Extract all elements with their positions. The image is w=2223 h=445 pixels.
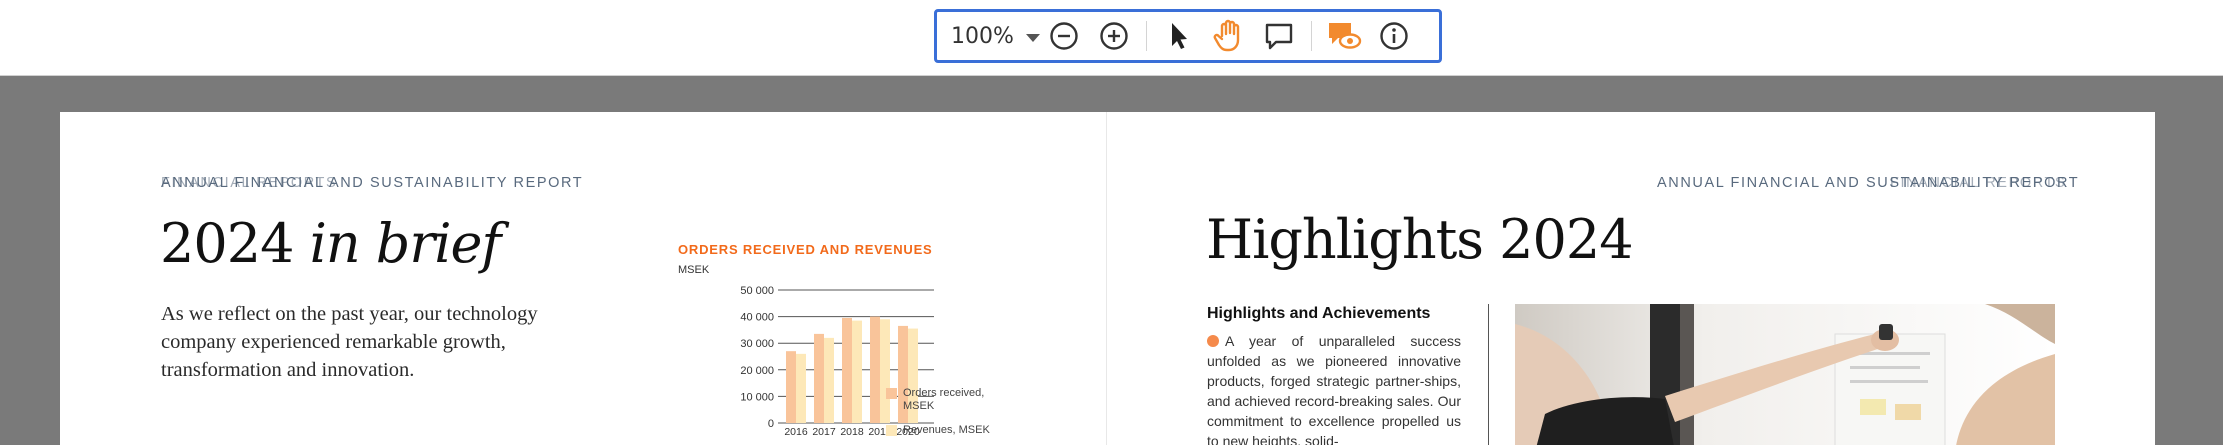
bar-revenues-2018 xyxy=(852,320,862,423)
zoom-dropdown[interactable]: 100% xyxy=(937,23,1040,49)
bar-revenues-2017 xyxy=(824,337,834,423)
bar-revenues-2016 xyxy=(796,353,806,423)
bar-orders-2016 xyxy=(786,351,796,423)
y-tick-label: 0 xyxy=(768,418,774,430)
chevron-down-icon xyxy=(1025,34,1040,42)
section-subhead: Highlights and Achievements xyxy=(1207,305,1431,322)
info-button[interactable] xyxy=(1369,13,1419,59)
title-italic: in brief xyxy=(309,212,502,275)
toolbar-divider xyxy=(1311,21,1312,51)
team-photo xyxy=(1515,304,2055,445)
document-spread: ANNUAL FINANCIAL AND SUSTAINABILITY REPO… xyxy=(60,112,2155,445)
info-icon xyxy=(1380,22,1408,50)
viewer-toolbar-bar: 100% xyxy=(0,0,2223,76)
comment-icon xyxy=(1265,23,1293,50)
page-gutter xyxy=(1106,112,1107,445)
y-tick-label: 10 000 xyxy=(740,391,774,403)
right-running-head-overlap: FINANCIAL REPORTS xyxy=(1890,175,2067,191)
page-title-left: 2024 in brief xyxy=(160,212,502,275)
title-plain: 2024 xyxy=(160,212,310,275)
legend-swatch xyxy=(886,425,897,436)
select-tool-button[interactable] xyxy=(1154,13,1204,59)
view-annotations-button[interactable] xyxy=(1319,13,1369,59)
legend-swatch xyxy=(886,388,897,399)
x-tick-label: 2016 xyxy=(784,426,808,438)
bullet-dot xyxy=(1207,335,1219,347)
view-annotations-icon xyxy=(1329,23,1362,49)
legend-label: Orders received, MSEK xyxy=(903,387,985,412)
pan-hand-icon xyxy=(1213,19,1240,52)
zoom-value: 100% xyxy=(951,23,1014,49)
bar-orders-2019 xyxy=(870,316,880,423)
intro-paragraph: As we reflect on the past year, our tech… xyxy=(161,303,538,381)
bar-orders-2017 xyxy=(814,333,824,423)
zoom-out-icon xyxy=(1050,22,1078,50)
x-tick-label: 2018 xyxy=(840,426,864,438)
y-tick-label: 50 000 xyxy=(740,285,774,297)
zoom-in-button[interactable] xyxy=(1089,13,1139,59)
column-rule xyxy=(1488,304,1489,445)
y-tick-label: 20 000 xyxy=(740,365,774,377)
legend-item-revenues: Revenues, MSEK xyxy=(886,424,990,437)
bar-chart: 50 000 40 000 30 000 20 000 10 000 0 2016 2017 2… xyxy=(740,285,934,438)
photo-illustration xyxy=(1515,304,2055,445)
select-pointer-icon xyxy=(1172,23,1187,49)
pan-tool-button[interactable] xyxy=(1204,13,1254,59)
legend-label: Revenues, MSEK xyxy=(903,424,990,436)
bar-orders-2018 xyxy=(842,317,852,423)
y-tick-label: 30 000 xyxy=(740,338,774,350)
legend-item-orders: Orders received, MSEK xyxy=(886,387,1013,413)
viewer-toolbar: 100% xyxy=(934,9,1442,63)
y-tick-label: 40 000 xyxy=(740,312,774,324)
chart-title: ORDERS RECEIVED AND REVENUES xyxy=(678,242,933,257)
page-title-right: Highlights 2024 xyxy=(1206,208,1634,271)
zoom-in-icon xyxy=(1100,22,1128,50)
x-tick-label: 2017 xyxy=(812,426,836,438)
left-running-head-overlap: FINANCIAL REPORTS xyxy=(161,175,338,191)
zoom-out-button[interactable] xyxy=(1039,13,1089,59)
highlights-text: A year of unparalleled success unfolded … xyxy=(1207,333,1461,445)
comment-tool-button[interactable] xyxy=(1254,13,1304,59)
toolbar-divider xyxy=(1146,21,1147,51)
highlights-paragraph: A year of unparalleled success unfolded … xyxy=(1207,331,1461,445)
